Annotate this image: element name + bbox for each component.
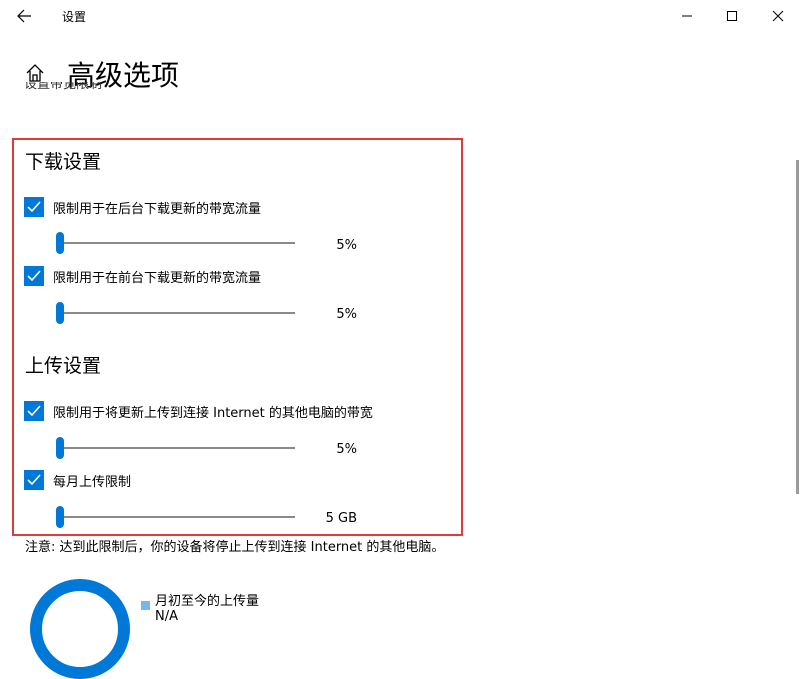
legend-label: 月初至今的上传量 bbox=[155, 594, 260, 609]
home-icon[interactable] bbox=[24, 62, 46, 84]
scrollbar[interactable] bbox=[796, 160, 799, 494]
foreground-download-checkbox[interactable] bbox=[24, 266, 44, 286]
title-bar: 设置 bbox=[0, 0, 803, 32]
upload-bandwidth-track bbox=[57, 447, 295, 449]
foreground-download-slider[interactable] bbox=[56, 302, 64, 324]
monthly-upload-checkbox[interactable] bbox=[24, 470, 44, 490]
legend-swatch bbox=[141, 601, 150, 610]
download-settings-heading: 下载设置 bbox=[25, 151, 102, 173]
upload-bandwidth-slider[interactable] bbox=[56, 437, 64, 459]
background-download-checkbox[interactable] bbox=[24, 197, 44, 217]
back-arrow-icon[interactable] bbox=[14, 6, 36, 26]
upload-bandwidth-label: 限制用于将更新上传到连接 Internet 的其他电脑的带宽 bbox=[53, 406, 373, 421]
maximize-icon[interactable] bbox=[709, 0, 755, 32]
monthly-upload-track bbox=[57, 516, 295, 518]
background-download-track bbox=[57, 242, 295, 244]
upload-bandwidth-value: 5% bbox=[336, 442, 357, 457]
clipped-description: 设置带宽限制 bbox=[24, 82, 103, 92]
foreground-download-value: 5% bbox=[336, 307, 357, 322]
upload-settings-heading: 上传设置 bbox=[25, 355, 102, 377]
monthly-upload-label: 每月上传限制 bbox=[53, 475, 132, 490]
background-download-label: 限制用于在后台下载更新的带宽流量 bbox=[53, 202, 262, 217]
minimize-icon[interactable] bbox=[664, 0, 710, 32]
monthly-upload-slider[interactable] bbox=[56, 506, 64, 528]
background-download-slider[interactable] bbox=[56, 232, 64, 254]
upload-bandwidth-checkbox[interactable] bbox=[24, 401, 44, 421]
foreground-download-track bbox=[57, 312, 295, 314]
monthly-upload-value: 5 GB bbox=[325, 511, 357, 526]
app-title: 设置 bbox=[62, 10, 87, 24]
close-icon[interactable] bbox=[755, 0, 801, 32]
upload-usage-donut bbox=[30, 579, 130, 679]
legend-value: N/A bbox=[155, 609, 178, 624]
background-download-value: 5% bbox=[336, 238, 357, 253]
foreground-download-label: 限制用于在前台下载更新的带宽流量 bbox=[53, 271, 262, 286]
upload-limit-note: 注意: 达到此限制后，你的设备将停止上传到连接 Internet 的其他电脑。 bbox=[25, 540, 445, 555]
